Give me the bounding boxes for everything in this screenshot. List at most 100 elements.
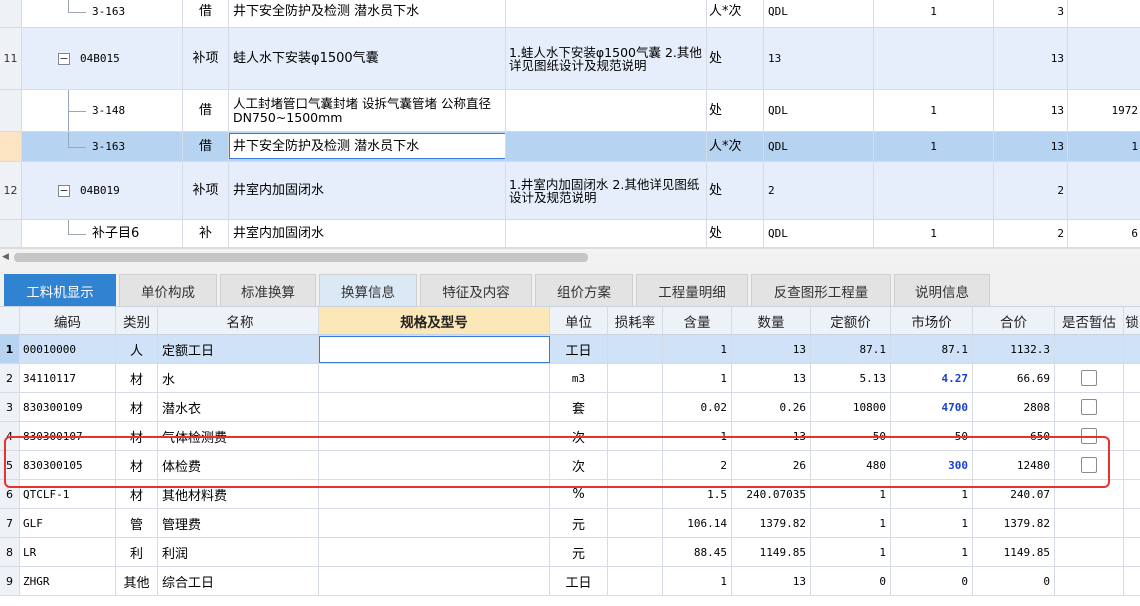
resource-code[interactable]: 830300109	[20, 393, 116, 421]
resource-row-selected[interactable]: 1 00010000 人 定额工日 工日 1 13 87.1 87.1 1132…	[0, 335, 1140, 364]
item-name[interactable]: 井室内加固闭水	[229, 220, 506, 247]
market-price[interactable]: 4700	[891, 393, 973, 421]
tab-unit-price-composition[interactable]: 单价构成	[119, 274, 217, 306]
tab-standard-conversion[interactable]: 标准换算	[220, 274, 316, 306]
market-price[interactable]: 1	[891, 538, 973, 566]
col-total[interactable]: 合价	[973, 307, 1055, 334]
resource-code[interactable]: 00010000	[20, 335, 116, 363]
col-quota-price[interactable]: 定额价	[811, 307, 891, 334]
sub-quota-row-selected[interactable]: 3-163 借 井下安全防护及检测 潜水员下水 人*次 QDL 1 13 1	[0, 132, 1140, 162]
market-price[interactable]: 50	[891, 422, 973, 450]
tab-features-content[interactable]: 特征及内容	[420, 274, 532, 306]
col-market-price[interactable]: 市场价	[891, 307, 973, 334]
resource-name[interactable]: 其他材料费	[158, 480, 319, 508]
resource-name[interactable]: 利润	[158, 538, 319, 566]
bill-item-row[interactable]: 12 −04B019 补项 井室内加固闭水 1.井室内加固闭水 2.其他详见图纸…	[0, 162, 1140, 220]
market-price[interactable]: 87.1	[891, 335, 973, 363]
resource-row[interactable]: 7 GLF 管 管理费 元 106.14 1379.82 1 1 1379.82	[0, 509, 1140, 538]
tab-description-info[interactable]: 说明信息	[894, 274, 990, 306]
col-code[interactable]: 编码	[20, 307, 116, 334]
resource-name[interactable]: 体检费	[158, 451, 319, 479]
market-price[interactable]: 1	[891, 480, 973, 508]
col-name[interactable]: 名称	[158, 307, 319, 334]
market-price[interactable]: 300	[891, 451, 973, 479]
resource-name[interactable]: 管理费	[158, 509, 319, 537]
resource-code[interactable]: QTCLF-1	[20, 480, 116, 508]
resource-spec[interactable]	[319, 509, 550, 537]
col-provisional[interactable]: 是否暂估	[1055, 307, 1124, 334]
item-feature[interactable]: 1.蛙人水下安装φ1500气囊 2.其他详见图纸设计及规范说明	[506, 28, 707, 89]
resource-row-highlighted[interactable]: 5 830300105 材 体检费 次 2 26 480 300 12480	[0, 451, 1140, 480]
item-name[interactable]: 人工封堵管口气囊封堵 设拆气囊管堵 公称直径 DN750~1500mm	[229, 90, 506, 131]
loss-rate[interactable]	[608, 364, 663, 392]
tab-labor-material-machine[interactable]: 工料机显示	[4, 274, 116, 306]
provisional-checkbox[interactable]	[1081, 457, 1097, 473]
resource-spec[interactable]	[319, 451, 550, 479]
resource-row[interactable]: 4 830300107 材 气体检测费 次 1 13 50 50 650	[0, 422, 1140, 451]
loss-rate[interactable]	[608, 335, 663, 363]
resource-spec[interactable]	[319, 538, 550, 566]
item-feature[interactable]: 1.井室内加固闭水 2.其他详见图纸设计及规范说明	[506, 162, 707, 219]
content-value[interactable]: 1	[663, 364, 732, 392]
content-value[interactable]: 2	[663, 451, 732, 479]
loss-rate[interactable]	[608, 422, 663, 450]
col-spec[interactable]: 规格及型号	[319, 307, 550, 334]
col-quantity[interactable]: 数量	[732, 307, 811, 334]
content-value[interactable]: 88.45	[663, 538, 732, 566]
tab-quantity-details[interactable]: 工程量明细	[636, 274, 748, 306]
resource-spec[interactable]	[319, 422, 550, 450]
provisional-checkbox[interactable]	[1081, 428, 1097, 444]
item-name[interactable]: 井下安全防护及检测 潜水员下水	[229, 0, 506, 27]
content-value[interactable]: 1	[663, 335, 732, 363]
content-value[interactable]: 1.5	[663, 480, 732, 508]
quantity-expression[interactable]: QDL	[764, 220, 874, 247]
resource-row[interactable]: 2 34110117 材 水 m3 1 13 5.13 4.27 66.69	[0, 364, 1140, 393]
resource-row[interactable]: 9 ZHGR 其他 综合工日 工日 1 13 0 0 0	[0, 567, 1140, 596]
resource-row[interactable]: 6 QTCLF-1 材 其他材料费 % 1.5 240.07035 1 1 24…	[0, 480, 1140, 509]
tab-pricing-scheme[interactable]: 组价方案	[535, 274, 633, 306]
scrollbar-thumb[interactable]	[14, 253, 588, 262]
market-price[interactable]: 4.27	[891, 364, 973, 392]
resource-spec[interactable]	[319, 393, 550, 421]
market-price[interactable]: 0	[891, 567, 973, 595]
item-feature[interactable]	[506, 132, 707, 161]
resource-row[interactable]: 3 830300109 材 潜水衣 套 0.02 0.26 10800 4700…	[0, 393, 1140, 422]
scroll-left-icon[interactable]: ◀	[2, 252, 9, 262]
resource-code[interactable]: GLF	[20, 509, 116, 537]
item-feature[interactable]	[506, 0, 707, 27]
col-unit[interactable]: 单位	[550, 307, 608, 334]
quantity-expression[interactable]: QDL	[764, 132, 874, 161]
market-price[interactable]: 1	[891, 509, 973, 537]
collapse-icon[interactable]: −	[58, 184, 70, 197]
resource-row[interactable]: 8 LR 利 利润 元 88.45 1149.85 1 1 1149.85	[0, 538, 1140, 567]
quantity-expression[interactable]: QDL	[764, 90, 874, 131]
quantity-expression[interactable]: QDL	[764, 0, 874, 27]
loss-rate[interactable]	[608, 480, 663, 508]
resource-name[interactable]: 水	[158, 364, 319, 392]
loss-rate[interactable]	[608, 393, 663, 421]
resource-spec[interactable]	[319, 480, 550, 508]
resource-code[interactable]: 830300107	[20, 422, 116, 450]
content-value[interactable]: 0.02	[663, 393, 732, 421]
loss-rate[interactable]	[608, 451, 663, 479]
resource-spec[interactable]	[319, 364, 550, 392]
col-locked[interactable]: 锁	[1124, 307, 1140, 334]
sub-quota-row[interactable]: 3-163 借 井下安全防护及检测 潜水员下水 人*次 QDL 1 3	[0, 0, 1140, 28]
provisional-checkbox[interactable]	[1081, 399, 1097, 415]
col-loss-rate[interactable]: 损耗率	[608, 307, 663, 334]
col-type[interactable]: 类别	[116, 307, 158, 334]
item-feature[interactable]	[506, 90, 707, 131]
col-content[interactable]: 含量	[663, 307, 732, 334]
provisional-checkbox[interactable]	[1081, 370, 1097, 386]
item-name[interactable]: 井室内加固闭水	[229, 162, 506, 219]
resource-code[interactable]: 34110117	[20, 364, 116, 392]
resource-code[interactable]: 830300105	[20, 451, 116, 479]
spec-edit-field[interactable]	[319, 336, 550, 363]
horizontal-scrollbar[interactable]: ◀	[0, 248, 1140, 265]
resource-name[interactable]: 潜水衣	[158, 393, 319, 421]
resource-name[interactable]: 定额工日	[158, 335, 319, 363]
tab-reverse-graphic-quantity[interactable]: 反查图形工程量	[751, 274, 891, 306]
content-value[interactable]: 106.14	[663, 509, 732, 537]
content-value[interactable]: 1	[663, 567, 732, 595]
loss-rate[interactable]	[608, 509, 663, 537]
